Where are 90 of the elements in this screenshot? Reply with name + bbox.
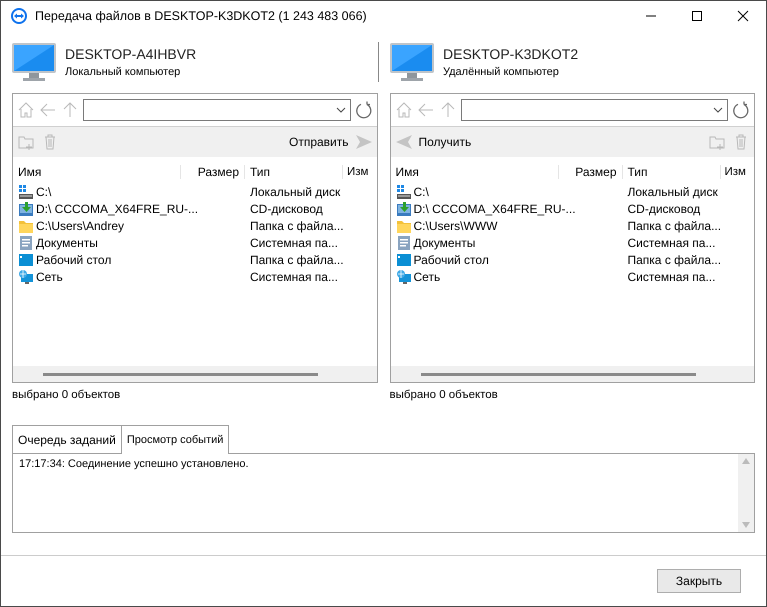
file-type: Папка с файла... [626, 218, 720, 232]
path-dropdown[interactable] [460, 99, 728, 121]
monitor-icon [389, 42, 435, 82]
send-button[interactable]: Отправить [288, 135, 348, 149]
file-row[interactable]: C:\ Локальный диск [13, 183, 376, 200]
file-row[interactable]: C:\Users\WWW Папка с файла... [390, 217, 754, 234]
file-row[interactable]: Сеть Системная па... [13, 268, 376, 285]
network-icon [18, 268, 34, 284]
file-type: Папка с файла... [626, 252, 720, 266]
file-type: Локальный диск [626, 184, 719, 198]
send-arrow-icon[interactable] [354, 134, 372, 150]
file-type: Локальный диск [249, 184, 342, 198]
column-header[interactable]: Имя [390, 165, 558, 179]
file-type: Папка с файла... [249, 252, 343, 266]
file-type: Системная па... [249, 270, 339, 284]
column-header[interactable]: Имя [13, 165, 181, 179]
column-header[interactable]: Изм [720, 166, 754, 178]
file-type: CD-дисковод [626, 202, 702, 216]
selection-status: выбрано 0 объектов [390, 389, 499, 403]
documents-icon [18, 234, 34, 250]
file-row[interactable]: Рабочий стол Папка с файла... [13, 251, 376, 268]
log-entry: 17:17:34: Соединение успешно установлено. [19, 458, 250, 470]
back-arrow-icon[interactable] [416, 101, 434, 119]
refresh-icon[interactable] [732, 101, 750, 119]
path-dropdown[interactable] [83, 99, 350, 121]
column-header[interactable]: Тип [622, 165, 720, 179]
window-title: Передача файлов в DESKTOP-K3DKOT2 (1 243 483 066) [35, 9, 368, 23]
file-name: Документы [36, 236, 98, 250]
file-row[interactable]: Сеть Системная па... [390, 268, 754, 285]
chevron-down-icon [336, 106, 346, 114]
scroll-down-icon[interactable] [742, 522, 750, 528]
file-name: D:\ CCCOMA_X64FRE_RU-... [36, 202, 198, 216]
scroll-up-icon[interactable] [742, 458, 750, 464]
receive-arrow-icon[interactable] [394, 134, 412, 150]
column-header[interactable]: Изм [343, 166, 376, 178]
receive-button[interactable]: Получить [418, 135, 472, 149]
file-row[interactable]: C:\Users\Andrey Папка с файла... [13, 217, 376, 234]
tab[interactable]: Очередь заданий [12, 425, 122, 453]
close-dialog-button[interactable]: Закрыть [657, 569, 741, 593]
file-type: Системная па... [626, 270, 716, 284]
file-name: C:\Users\WWW [414, 218, 498, 232]
file-type: Папка с файла... [249, 218, 343, 232]
back-arrow-icon[interactable] [39, 101, 57, 119]
file-type: Системная па... [626, 236, 716, 250]
drive-icon [18, 184, 34, 200]
home-icon[interactable] [17, 101, 35, 119]
documents-icon [396, 234, 412, 250]
up-arrow-icon[interactable] [61, 101, 79, 119]
vertical-scrollbar[interactable] [738, 454, 754, 532]
close-icon[interactable] [737, 10, 749, 22]
file-name: Сеть [414, 270, 440, 284]
file-name: C:\Users\Andrey [36, 218, 124, 232]
chevron-down-icon [713, 106, 723, 114]
network-icon [396, 268, 412, 284]
refresh-icon[interactable] [354, 101, 372, 119]
file-row[interactable]: D:\ CCCOMA_X64FRE_RU-... CD-дисковод [13, 200, 376, 217]
column-header[interactable]: Размер [558, 165, 622, 179]
file-name: Сеть [36, 270, 63, 284]
horizontal-scrollbar[interactable] [390, 366, 754, 382]
file-name: C:\ [36, 184, 52, 198]
computer-role: Удалённый компьютер [443, 66, 560, 78]
file-row[interactable]: Рабочий стол Папка с файла... [390, 251, 754, 268]
column-header[interactable]: Размер [181, 165, 245, 179]
file-type: CD-дисковод [249, 202, 324, 216]
cd-drive-icon [396, 200, 412, 216]
file-name: D:\ CCCOMA_X64FRE_RU-... [414, 202, 576, 216]
maximize-icon[interactable] [691, 10, 703, 22]
file-name: Документы [414, 236, 476, 250]
computer-name: DESKTOP-A4IHBVR [65, 46, 196, 62]
tab[interactable]: Просмотр событий [120, 425, 230, 454]
file-row[interactable]: Документы Системная па... [13, 234, 376, 251]
home-icon[interactable] [394, 101, 412, 119]
file-row[interactable]: C:\ Локальный диск [390, 183, 754, 200]
file-name: Рабочий стол [36, 252, 112, 266]
app-logo-icon [11, 8, 27, 24]
file-row[interactable]: D:\ CCCOMA_X64FRE_RU-... CD-дисковод [390, 200, 754, 217]
cd-drive-icon [18, 200, 34, 216]
desktop-icon [396, 252, 412, 268]
selection-status: выбрано 0 объектов [12, 389, 122, 403]
computer-role: Локальный компьютер [65, 66, 182, 78]
horizontal-scrollbar[interactable] [13, 366, 376, 382]
monitor-icon [11, 42, 57, 82]
column-header[interactable]: Тип [245, 165, 343, 179]
file-type: Системная па... [249, 236, 339, 250]
file-row[interactable]: Документы Системная па... [390, 234, 754, 251]
desktop-icon [18, 252, 34, 268]
file-name: C:\ [414, 184, 429, 198]
file-name: Рабочий стол [414, 252, 489, 266]
computer-name: DESKTOP-K3DKOT2 [443, 46, 578, 62]
drive-icon [396, 184, 412, 200]
